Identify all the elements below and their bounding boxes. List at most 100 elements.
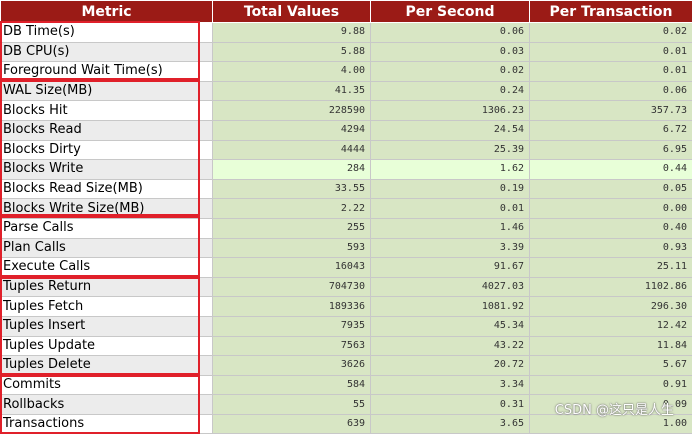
- total-value-cell: 284: [212, 159, 371, 180]
- metric-name-cell: Blocks Read Size(MB): [0, 178, 213, 200]
- metric-name-cell: Blocks Hit: [0, 100, 213, 121]
- table-row: Transactions 639 3.65 1.00: [0, 413, 692, 434]
- column-header-per-second: Per Second: [370, 0, 530, 23]
- total-value-cell: 9.88: [212, 22, 371, 43]
- total-value-cell: 7563: [212, 335, 371, 357]
- table-row: Blocks Read Size(MB) 33.55 0.19 0.05: [0, 178, 692, 200]
- total-value-cell: 3626: [212, 355, 371, 376]
- total-value-cell: 55: [212, 394, 371, 415]
- column-header-per-transaction: Per Transaction: [529, 0, 692, 23]
- metric-name-cell: Tuples Return: [0, 276, 213, 298]
- table-row: Rollbacks 55 0.31 0.09: [0, 394, 692, 415]
- per-second-cell: 91.67: [370, 257, 530, 278]
- per-second-cell: 0.24: [370, 80, 530, 102]
- table-row: Tuples Insert 7935 45.34 12.42: [0, 315, 692, 337]
- per-second-cell: 4027.03: [370, 276, 530, 298]
- per-transaction-cell: 0.40: [529, 217, 692, 239]
- table-header: Metric Total Values Per Second Per Trans…: [0, 0, 692, 23]
- metric-name-cell: Execute Calls: [0, 257, 213, 278]
- per-transaction-cell: 0.44: [529, 159, 692, 180]
- metric-name-cell: Rollbacks: [0, 394, 213, 415]
- metric-name-cell: Blocks Read: [0, 119, 213, 141]
- total-value-cell: 4444: [212, 139, 371, 161]
- table-row: DB CPU(s) 5.88 0.03 0.01: [0, 41, 692, 63]
- per-second-cell: 3.39: [370, 237, 530, 259]
- per-transaction-cell: 1.00: [529, 413, 692, 434]
- total-value-cell: 33.55: [212, 178, 371, 200]
- total-value-cell: 5.88: [212, 41, 371, 63]
- total-value-cell: 593: [212, 237, 371, 259]
- per-second-cell: 25.39: [370, 139, 530, 161]
- per-transaction-cell: 25.11: [529, 257, 692, 278]
- total-value-cell: 4294: [212, 119, 371, 141]
- per-second-cell: 43.22: [370, 335, 530, 357]
- total-value-cell: 4.00: [212, 61, 371, 82]
- per-transaction-cell: 0.06: [529, 80, 692, 102]
- per-second-cell: 3.65: [370, 413, 530, 434]
- per-second-cell: 1.62: [370, 159, 530, 180]
- metric-name-cell: Blocks Write Size(MB): [0, 198, 213, 219]
- per-transaction-cell: 11.84: [529, 335, 692, 357]
- table-row: Blocks Hit 228590 1306.23 357.73: [0, 100, 692, 121]
- table-row: Blocks Write 284 1.62 0.44: [0, 159, 692, 180]
- per-transaction-cell: 0.05: [529, 178, 692, 200]
- total-value-cell: 639: [212, 413, 371, 434]
- per-second-cell: 3.34: [370, 374, 530, 396]
- per-transaction-cell: 0.00: [529, 198, 692, 219]
- per-second-cell: 0.19: [370, 178, 530, 200]
- table-row: Blocks Read 4294 24.54 6.72: [0, 119, 692, 141]
- per-transaction-cell: 0.09: [529, 394, 692, 415]
- metric-name-cell: Tuples Insert: [0, 315, 213, 337]
- per-second-cell: 0.06: [370, 22, 530, 43]
- metric-name-cell: Tuples Fetch: [0, 296, 213, 317]
- per-transaction-cell: 0.02: [529, 22, 692, 43]
- table-row: Tuples Fetch 189336 1081.92 296.30: [0, 296, 692, 317]
- table-row: Blocks Write Size(MB) 2.22 0.01 0.00: [0, 198, 692, 219]
- header-row: Metric Total Values Per Second Per Trans…: [0, 0, 692, 23]
- metric-name-cell: Tuples Update: [0, 335, 213, 357]
- table-row: Tuples Delete 3626 20.72 5.67: [0, 355, 692, 376]
- per-transaction-cell: 0.01: [529, 41, 692, 63]
- per-transaction-cell: 1102.86: [529, 276, 692, 298]
- metric-name-cell: DB Time(s): [0, 22, 213, 43]
- per-second-cell: 0.31: [370, 394, 530, 415]
- total-value-cell: 41.35: [212, 80, 371, 102]
- table-body: DB Time(s) 9.88 0.06 0.02 DB CPU(s) 5.88 0.03 0…: [0, 22, 692, 434]
- column-header-total-values: Total Values: [212, 0, 371, 23]
- per-second-cell: 24.54: [370, 119, 530, 141]
- metric-name-cell: Parse Calls: [0, 217, 213, 239]
- per-transaction-cell: 5.67: [529, 355, 692, 376]
- metrics-table: Metric Total Values Per Second Per Trans…: [0, 0, 692, 434]
- per-second-cell: 1.46: [370, 217, 530, 239]
- table-row: Execute Calls 16043 91.67 25.11: [0, 257, 692, 278]
- per-transaction-cell: 0.01: [529, 61, 692, 82]
- total-value-cell: 2.22: [212, 198, 371, 219]
- metric-name-cell: Foreground Wait Time(s): [0, 61, 213, 82]
- total-value-cell: 189336: [212, 296, 371, 317]
- metric-name-cell: Blocks Dirty: [0, 139, 213, 161]
- metric-name-cell: WAL Size(MB): [0, 80, 213, 102]
- table-row: Parse Calls 255 1.46 0.40: [0, 217, 692, 239]
- metric-name-cell: Transactions: [0, 413, 213, 434]
- total-value-cell: 584: [212, 374, 371, 396]
- per-transaction-cell: 0.93: [529, 237, 692, 259]
- table-row: Tuples Update 7563 43.22 11.84: [0, 335, 692, 357]
- total-value-cell: 704730: [212, 276, 371, 298]
- per-transaction-cell: 357.73: [529, 100, 692, 121]
- table-row: Tuples Return 704730 4027.03 1102.86: [0, 276, 692, 298]
- metric-name-cell: Commits: [0, 374, 213, 396]
- per-second-cell: 0.03: [370, 41, 530, 63]
- table-row: Plan Calls 593 3.39 0.93: [0, 237, 692, 259]
- per-transaction-cell: 296.30: [529, 296, 692, 317]
- total-value-cell: 228590: [212, 100, 371, 121]
- total-value-cell: 16043: [212, 257, 371, 278]
- per-transaction-cell: 6.95: [529, 139, 692, 161]
- per-second-cell: 0.01: [370, 198, 530, 219]
- per-second-cell: 1306.23: [370, 100, 530, 121]
- per-second-cell: 20.72: [370, 355, 530, 376]
- table-row: DB Time(s) 9.88 0.06 0.02: [0, 22, 692, 43]
- metric-name-cell: Tuples Delete: [0, 355, 213, 376]
- per-second-cell: 0.02: [370, 61, 530, 82]
- per-transaction-cell: 6.72: [529, 119, 692, 141]
- per-second-cell: 45.34: [370, 315, 530, 337]
